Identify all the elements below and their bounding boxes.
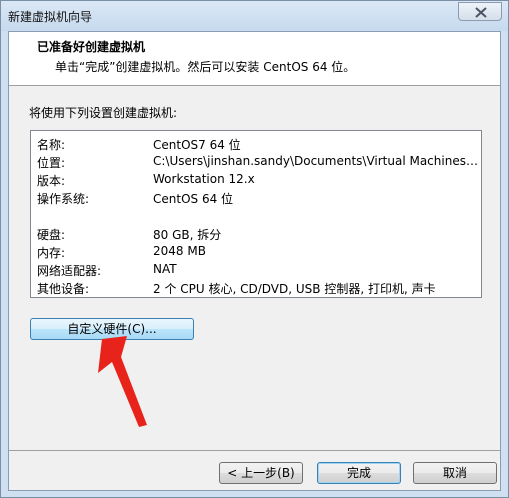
- summary-label: 名称:: [37, 138, 66, 152]
- summary-value: 2 个 CPU 核心, CD/DVD, USB 控制器, 打印机, 声卡: [153, 282, 436, 296]
- summary-value: 2048 MB: [153, 244, 206, 258]
- wizard-header: 已准备好创建虚拟机 单击“完成”创建虚拟机。然后可以安装 CentOS 64 位…: [9, 32, 500, 86]
- summary-row-network: 网络适配器: NAT: [31, 260, 481, 278]
- settings-section-label: 将使用下列设置创建虚拟机:: [29, 106, 178, 120]
- summary-row-disk: 硬盘: 80 GB, 拆分: [31, 224, 481, 242]
- footer-divider: [9, 450, 500, 451]
- summary-value: C:\Users\jinshan.sandy\Documents\Virtual…: [153, 154, 479, 168]
- header-title: 已准备好创建虚拟机: [37, 40, 146, 54]
- summary-row-memory: 内存: 2048 MB: [31, 242, 481, 260]
- close-icon: [475, 7, 487, 18]
- finish-button[interactable]: 完成: [317, 462, 401, 484]
- summary-value: 80 GB, 拆分: [153, 228, 222, 242]
- summary-label: 硬盘:: [37, 228, 66, 242]
- summary-value: NAT: [153, 262, 177, 276]
- summary-label: 版本:: [37, 174, 66, 188]
- summary-value: CentOS7 64 位: [153, 138, 241, 152]
- wizard-body: 已准备好创建虚拟机 单击“完成”创建虚拟机。然后可以安装 CentOS 64 位…: [8, 31, 501, 491]
- summary-label: 其他设备:: [37, 282, 90, 296]
- summary-value: CentOS 64 位: [153, 192, 234, 206]
- summary-value: Workstation 12.x: [153, 172, 255, 186]
- summary-row-location: 位置: C:\Users\jinshan.sandy\Documents\Vir…: [31, 152, 481, 170]
- window-title: 新建虚拟机向导: [8, 10, 93, 24]
- customize-hardware-button[interactable]: 自定义硬件(C)...: [30, 318, 194, 340]
- summary-label: 内存:: [37, 246, 66, 260]
- summary-row-other-devices: 其他设备: 2 个 CPU 核心, CD/DVD, USB 控制器, 打印机, …: [31, 278, 481, 296]
- summary-label: 网络适配器:: [37, 264, 102, 278]
- wizard-window: 新建虚拟机向导 已准备好创建虚拟机 单击“完成”创建虚拟机。然后可以安装 Cen…: [0, 0, 509, 498]
- summary-row-os: 操作系统: CentOS 64 位: [31, 188, 481, 206]
- settings-summary-box[interactable]: 名称: CentOS7 64 位 位置: C:\Users\jinshan.sa…: [30, 130, 482, 298]
- back-button[interactable]: < 上一步(B): [219, 462, 303, 484]
- header-subtitle: 单击“完成”创建虚拟机。然后可以安装 CentOS 64 位。: [55, 60, 356, 74]
- summary-label: 位置:: [37, 156, 66, 170]
- summary-label: 操作系统:: [37, 192, 90, 206]
- summary-row-version: 版本: Workstation 12.x: [31, 170, 481, 188]
- cancel-button[interactable]: 取消: [413, 462, 497, 484]
- title-bar[interactable]: 新建虚拟机向导: [1, 1, 508, 31]
- close-button[interactable]: [458, 2, 502, 21]
- summary-row-name: 名称: CentOS7 64 位: [31, 134, 481, 152]
